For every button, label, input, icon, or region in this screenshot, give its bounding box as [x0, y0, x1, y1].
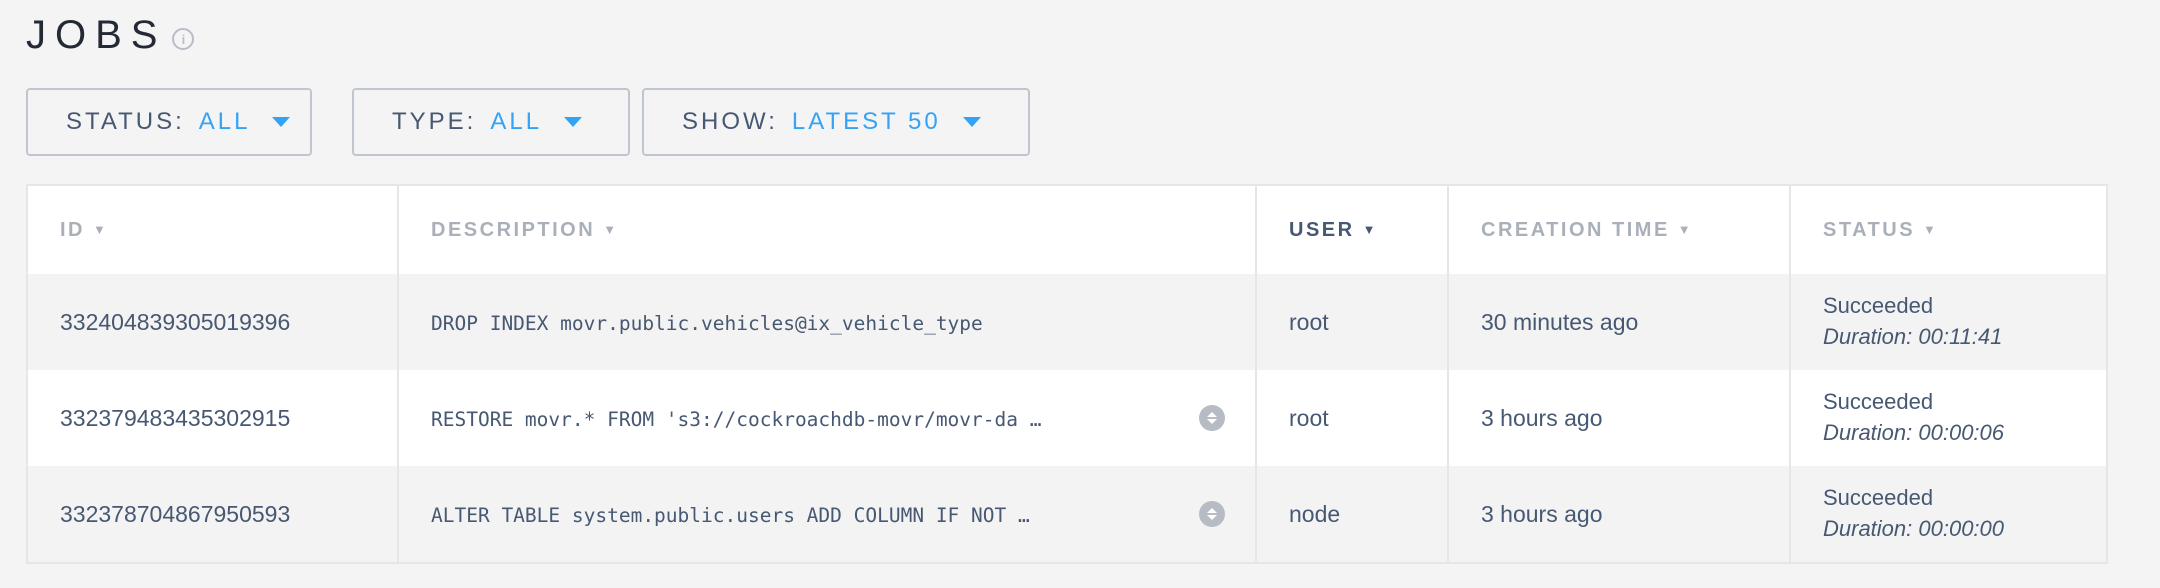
- table-row[interactable]: 332378704867950593 ALTER TABLE system.pu…: [28, 466, 2106, 562]
- expand-icon[interactable]: [1199, 501, 1225, 527]
- job-duration: Duration: 00:00:06: [1823, 420, 2005, 445]
- job-creation-time: 3 hours ago: [1448, 466, 1791, 562]
- job-description-cell: DROP INDEX movr.public.vehicles@ix_vehic…: [398, 274, 1257, 370]
- type-filter-label: TYPE:: [392, 108, 477, 135]
- sort-arrow-icon: ▼: [1362, 221, 1378, 237]
- job-status-cell: Succeeded Duration: 00:11:41: [1790, 274, 2106, 370]
- job-status: Succeeded: [1823, 293, 1934, 318]
- job-id: 332379483435302915: [28, 370, 399, 466]
- sort-arrow-icon: ▼: [1677, 221, 1694, 237]
- info-icon[interactable]: i: [172, 28, 195, 50]
- job-id: 332404839305019396: [28, 274, 399, 370]
- show-filter-label: SHOW:: [682, 108, 778, 135]
- job-status-cell: Succeeded Duration: 00:00:06: [1790, 370, 2106, 466]
- job-description: RESTORE movr.* FROM 's3://cockroachdb-mo…: [431, 407, 1042, 431]
- table-row[interactable]: 332404839305019396 DROP INDEX movr.publi…: [28, 274, 2106, 370]
- job-user: root: [1256, 274, 1449, 370]
- table-row[interactable]: 332379483435302915 RESTORE movr.* FROM '…: [28, 370, 2106, 466]
- show-filter-value: LATEST 50: [791, 108, 941, 135]
- table-header-row: ID ▼ DESCRIPTION ▼ USER ▼ CREATION TIME ▼ ST…: [28, 186, 2106, 274]
- column-header-id[interactable]: ID ▼: [28, 186, 399, 274]
- job-description: DROP INDEX movr.public.vehicles@ix_vehic…: [431, 311, 983, 335]
- sort-arrow-icon: ▼: [603, 221, 619, 237]
- job-creation-time: 3 hours ago: [1448, 370, 1791, 466]
- page-title: JOBS: [26, 12, 167, 57]
- type-filter-dropdown[interactable]: TYPE: ALL: [352, 88, 630, 156]
- job-id: 332378704867950593: [28, 466, 399, 562]
- status-filter-dropdown[interactable]: STATUS: ALL: [26, 88, 312, 156]
- chevron-down-icon: [564, 117, 583, 127]
- show-filter-dropdown[interactable]: SHOW: LATEST 50: [642, 88, 1030, 156]
- column-header-creation-time[interactable]: CREATION TIME ▼: [1448, 186, 1791, 274]
- column-header-status[interactable]: STATUS ▼: [1790, 186, 2106, 274]
- chevron-down-icon: [272, 117, 291, 127]
- expand-icon[interactable]: [1199, 405, 1225, 431]
- column-header-user[interactable]: USER ▼: [1256, 186, 1449, 274]
- job-status: Succeeded: [1823, 485, 1934, 510]
- type-filter-value: ALL: [490, 108, 543, 135]
- job-description: ALTER TABLE system.public.users ADD COLU…: [431, 503, 1030, 527]
- jobs-table: ID ▼ DESCRIPTION ▼ USER ▼ CREATION TIME ▼ ST…: [26, 184, 2108, 564]
- status-filter-value: ALL: [198, 108, 251, 135]
- column-header-description[interactable]: DESCRIPTION ▼: [398, 186, 1257, 274]
- status-filter-label: STATUS:: [66, 108, 185, 135]
- job-description-cell: RESTORE movr.* FROM 's3://cockroachdb-mo…: [398, 370, 1257, 466]
- job-description-cell: ALTER TABLE system.public.users ADD COLU…: [398, 466, 1257, 562]
- title-row: JOBS i: [26, 10, 195, 60]
- sort-arrow-icon: ▼: [93, 221, 109, 237]
- job-user: node: [1256, 466, 1449, 562]
- chevron-down-icon: [962, 117, 981, 127]
- jobs-page: JOBS i STATUS: ALL TYPE: ALL SHOW: LATES…: [0, 0, 2160, 588]
- job-status: Succeeded: [1823, 389, 1934, 414]
- sort-arrow-icon: ▼: [1923, 221, 1939, 237]
- job-status-cell: Succeeded Duration: 00:00:00: [1790, 466, 2106, 562]
- job-user: root: [1256, 370, 1449, 466]
- job-duration: Duration: 00:11:41: [1823, 324, 2003, 349]
- job-creation-time: 30 minutes ago: [1448, 274, 1791, 370]
- job-duration: Duration: 00:00:00: [1823, 516, 2005, 541]
